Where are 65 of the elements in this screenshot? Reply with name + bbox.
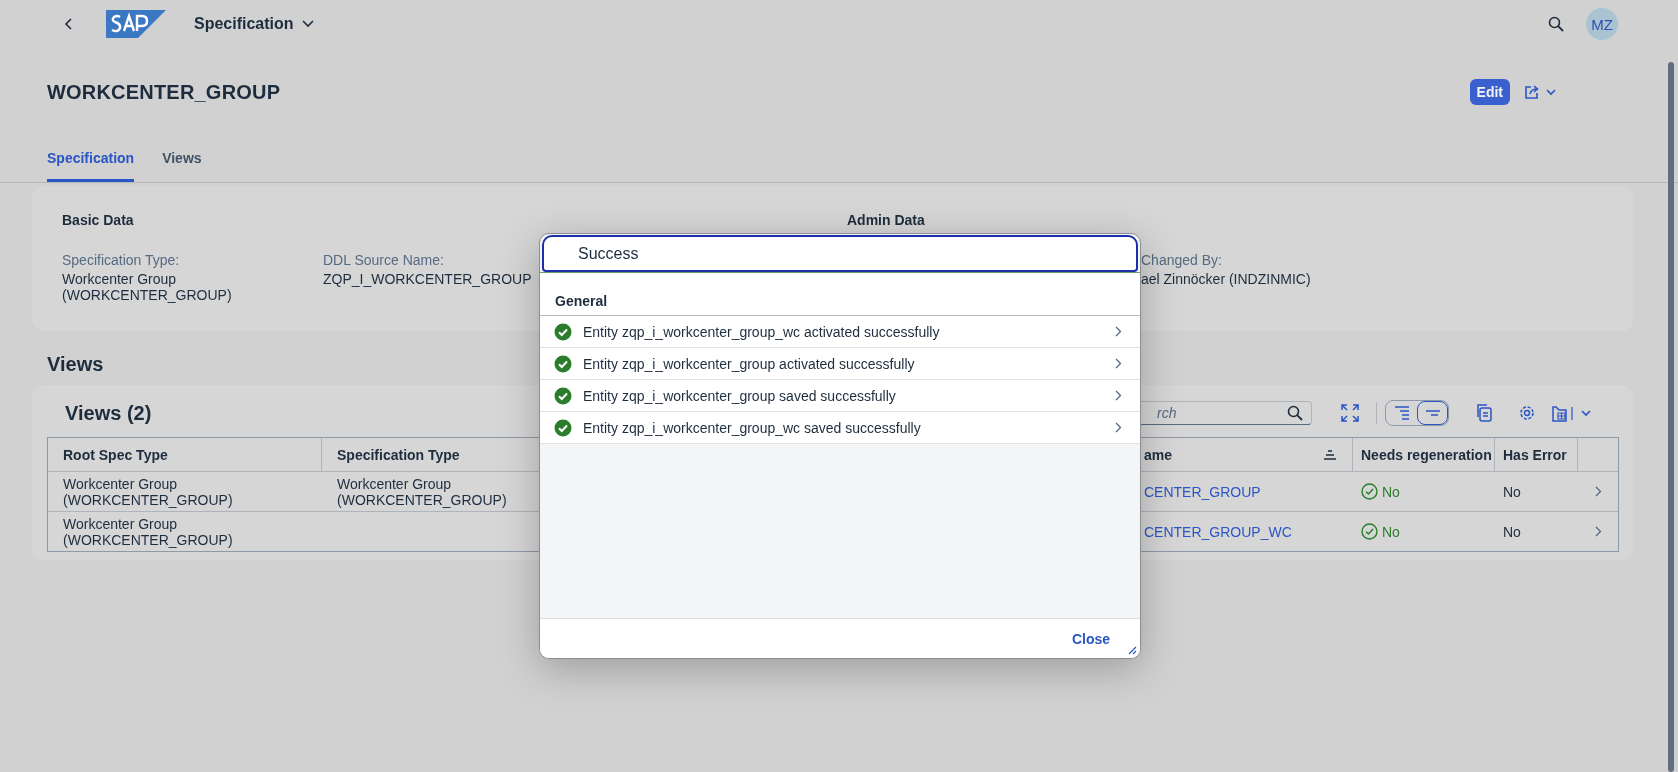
field-value: ael Zinnöcker (INDZINMIC) bbox=[1141, 271, 1312, 287]
edit-button[interactable]: Edit bbox=[1469, 79, 1510, 105]
share-menu-button[interactable] bbox=[1524, 84, 1558, 100]
logo[interactable] bbox=[106, 10, 166, 38]
table-cell: No bbox=[1503, 523, 1521, 540]
name-link[interactable]: CENTER_GROUP bbox=[1144, 483, 1261, 500]
close-button[interactable]: Close bbox=[1071, 630, 1110, 647]
collapse-lines-icon bbox=[1424, 410, 1441, 416]
field-label: Changed By: bbox=[1141, 252, 1223, 268]
field-label: Specification Type: bbox=[62, 252, 181, 268]
field-value: ZQP_I_WORKCENTER_GROUP bbox=[323, 271, 533, 287]
sort-icon bbox=[1323, 448, 1337, 461]
chevron-right-icon[interactable] bbox=[1594, 526, 1602, 537]
success-icon bbox=[554, 322, 572, 341]
message-item[interactable]: Entity zqp_i_workcenter_group activated successfully bbox=[540, 348, 1140, 380]
message-item[interactable]: Entity zqp_i_workcenter_group_wc activated successfully bbox=[540, 316, 1140, 348]
column-header[interactable]: Has Error bbox=[1503, 446, 1567, 463]
chevron-right-icon bbox=[1115, 390, 1122, 401]
chevron-right-icon bbox=[1115, 358, 1122, 369]
column-header[interactable]: Needs regeneration bbox=[1361, 446, 1492, 463]
group-title: General bbox=[540, 272, 1140, 316]
check-circle-icon bbox=[1361, 483, 1378, 500]
check-circle-icon bbox=[1361, 523, 1378, 540]
back-icon[interactable] bbox=[64, 17, 74, 31]
dialog-title: Success bbox=[578, 244, 639, 263]
table-title: Views (2) bbox=[65, 401, 152, 425]
section-heading: Views bbox=[47, 353, 104, 376]
settings-icon[interactable] bbox=[1518, 404, 1536, 422]
table-row[interactable]: Workcenter Group (WORKCENTER_GROUP) Workcenter Group (WORKCENTER_GROUP) CENTER_GROUP No No bbox=[48, 472, 1618, 511]
field-value: Workcenter Group (WORKCENTER_GROUP) bbox=[62, 271, 233, 303]
field-label: DDL Source Name: bbox=[323, 252, 445, 268]
status-text: No bbox=[1382, 523, 1400, 540]
section-title: Basic Data bbox=[62, 212, 135, 228]
resize-handle-icon[interactable] bbox=[1128, 646, 1137, 655]
section-title: Admin Data bbox=[847, 212, 926, 228]
expand-lines-icon bbox=[1393, 406, 1410, 420]
message-item[interactable]: Entity zqp_i_workcenter_group_wc saved successfully bbox=[540, 412, 1140, 444]
chevron-down-icon bbox=[301, 20, 314, 28]
column-header[interactable]: Specification Type bbox=[337, 446, 460, 463]
tab[interactable]: Specification bbox=[47, 138, 135, 182]
search-icon[interactable] bbox=[1548, 16, 1564, 32]
page-title: WORKCENTER_GROUP bbox=[47, 80, 281, 104]
message-item[interactable]: Entity zqp_i_workcenter_group saved successfully bbox=[540, 380, 1140, 412]
scrollbar[interactable] bbox=[1668, 62, 1674, 772]
search-icon[interactable] bbox=[1287, 405, 1303, 421]
copy-icon[interactable] bbox=[1476, 404, 1492, 422]
column-header[interactable]: Root Spec Type bbox=[63, 446, 168, 463]
name-link[interactable]: CENTER_GROUP_WC bbox=[1144, 523, 1292, 540]
table-cell-text: Workcenter Group (WORKCENTER_GROUP) bbox=[337, 475, 508, 508]
success-icon bbox=[554, 386, 572, 405]
tab[interactable]: Views bbox=[162, 138, 202, 182]
user-avatar[interactable]: MZ bbox=[1586, 8, 1618, 40]
table-cell-text: Workcenter Group (WORKCENTER_GROUP) bbox=[63, 515, 234, 548]
status-text: No bbox=[1382, 483, 1400, 500]
success-icon bbox=[554, 354, 572, 373]
table-cell-text: Workcenter Group (WORKCENTER_GROUP) bbox=[63, 475, 234, 508]
fullscreen-icon[interactable] bbox=[1341, 404, 1359, 422]
chevron-right-icon bbox=[1115, 422, 1122, 433]
success-icon bbox=[554, 418, 572, 437]
app-title-menu[interactable]: Specification bbox=[194, 15, 314, 33]
table-cell: No bbox=[1503, 483, 1521, 500]
chevron-right-icon[interactable] bbox=[1594, 486, 1602, 497]
chevron-right-icon bbox=[1115, 326, 1122, 337]
collapse-rows-button[interactable] bbox=[1417, 401, 1448, 425]
column-header[interactable]: ame bbox=[1144, 446, 1173, 463]
